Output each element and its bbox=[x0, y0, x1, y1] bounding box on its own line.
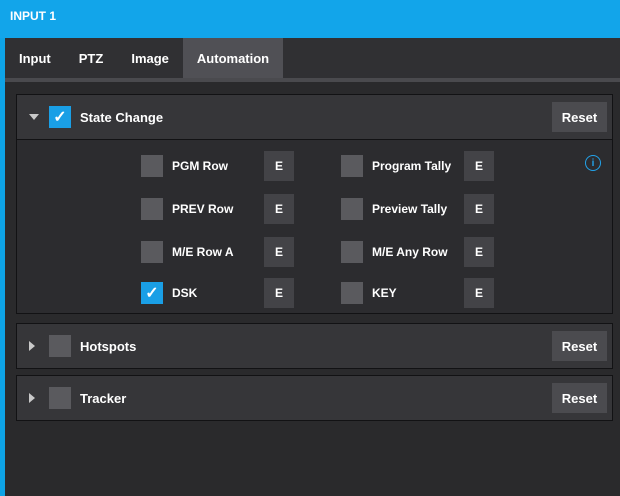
option-key: KEY E bbox=[341, 278, 494, 308]
key-label: KEY bbox=[372, 286, 397, 300]
me-any-row-checkbox[interactable] bbox=[341, 241, 363, 263]
pgm-row-label: PGM Row bbox=[172, 159, 228, 173]
state-change-reset-button[interactable]: Reset bbox=[552, 102, 607, 132]
dsk-checkbox[interactable]: ✓ bbox=[141, 282, 163, 304]
checkmark-icon: ✓ bbox=[145, 285, 159, 302]
window-title-bar: INPUT 1 bbox=[0, 0, 620, 38]
key-edit-button[interactable]: E bbox=[464, 278, 494, 308]
pgm-row-checkbox[interactable] bbox=[141, 155, 163, 177]
dsk-label: DSK bbox=[172, 286, 198, 300]
state-change-checkbox[interactable]: ✓ bbox=[49, 106, 71, 128]
hotspots-panel: Hotspots Reset bbox=[16, 323, 613, 369]
info-icon[interactable]: i bbox=[585, 155, 601, 171]
automation-content: ✓ State Change Reset i PGM Row E Program… bbox=[5, 82, 620, 496]
option-dsk: ✓ DSK E bbox=[141, 278, 294, 308]
option-pgm-row: PGM Row E bbox=[141, 151, 294, 181]
prev-row-checkbox[interactable] bbox=[141, 198, 163, 220]
tracker-title: Tracker bbox=[80, 390, 127, 406]
checkmark-icon: ✓ bbox=[53, 109, 67, 126]
tracker-header[interactable]: Tracker Reset bbox=[17, 376, 612, 420]
option-prev-row: PREV Row E bbox=[141, 194, 294, 224]
option-preview-tally: Preview Tally E bbox=[341, 194, 494, 224]
window-title: INPUT 1 bbox=[10, 9, 57, 23]
program-tally-label: Program Tally bbox=[372, 159, 452, 173]
tab-ptz[interactable]: PTZ bbox=[65, 38, 118, 78]
prev-row-edit-button[interactable]: E bbox=[264, 194, 294, 224]
option-me-any-row: M/E Any Row E bbox=[341, 237, 494, 267]
me-any-row-label: M/E Any Row bbox=[372, 245, 448, 259]
tab-input[interactable]: Input bbox=[5, 38, 65, 78]
me-row-a-checkbox[interactable] bbox=[141, 241, 163, 263]
option-program-tally: Program Tally E bbox=[341, 151, 494, 181]
pgm-row-edit-button[interactable]: E bbox=[264, 151, 294, 181]
collapse-arrow-icon[interactable] bbox=[29, 114, 39, 120]
preview-tally-edit-button[interactable]: E bbox=[464, 194, 494, 224]
preview-tally-label: Preview Tally bbox=[372, 202, 448, 216]
program-tally-checkbox[interactable] bbox=[341, 155, 363, 177]
me-row-a-edit-button[interactable]: E bbox=[264, 237, 294, 267]
me-any-row-edit-button[interactable]: E bbox=[464, 237, 494, 267]
dsk-edit-button[interactable]: E bbox=[264, 278, 294, 308]
prev-row-label: PREV Row bbox=[172, 202, 234, 216]
tracker-checkbox[interactable] bbox=[49, 387, 71, 409]
expand-arrow-icon[interactable] bbox=[29, 341, 35, 351]
tab-bar: Input PTZ Image Automation bbox=[5, 38, 620, 78]
hotspots-reset-button[interactable]: Reset bbox=[552, 331, 607, 361]
preview-tally-checkbox[interactable] bbox=[341, 198, 363, 220]
option-me-row-a: M/E Row A E bbox=[141, 237, 294, 267]
key-checkbox[interactable] bbox=[341, 282, 363, 304]
tracker-reset-button[interactable]: Reset bbox=[552, 383, 607, 413]
state-change-header[interactable]: ✓ State Change Reset bbox=[17, 95, 612, 139]
tab-automation[interactable]: Automation bbox=[182, 38, 284, 78]
hotspots-checkbox[interactable] bbox=[49, 335, 71, 357]
hotspots-title: Hotspots bbox=[80, 338, 137, 354]
program-tally-edit-button[interactable]: E bbox=[464, 151, 494, 181]
hotspots-header[interactable]: Hotspots Reset bbox=[17, 324, 612, 368]
me-row-a-label: M/E Row A bbox=[172, 245, 234, 259]
tracker-panel: Tracker Reset bbox=[16, 375, 613, 421]
tab-image[interactable]: Image bbox=[117, 38, 183, 78]
state-change-body: i PGM Row E Program Tally E PREV Row E P… bbox=[17, 139, 612, 313]
state-change-panel: ✓ State Change Reset i PGM Row E Program… bbox=[16, 94, 613, 314]
state-change-title: State Change bbox=[80, 109, 164, 125]
expand-arrow-icon[interactable] bbox=[29, 393, 35, 403]
